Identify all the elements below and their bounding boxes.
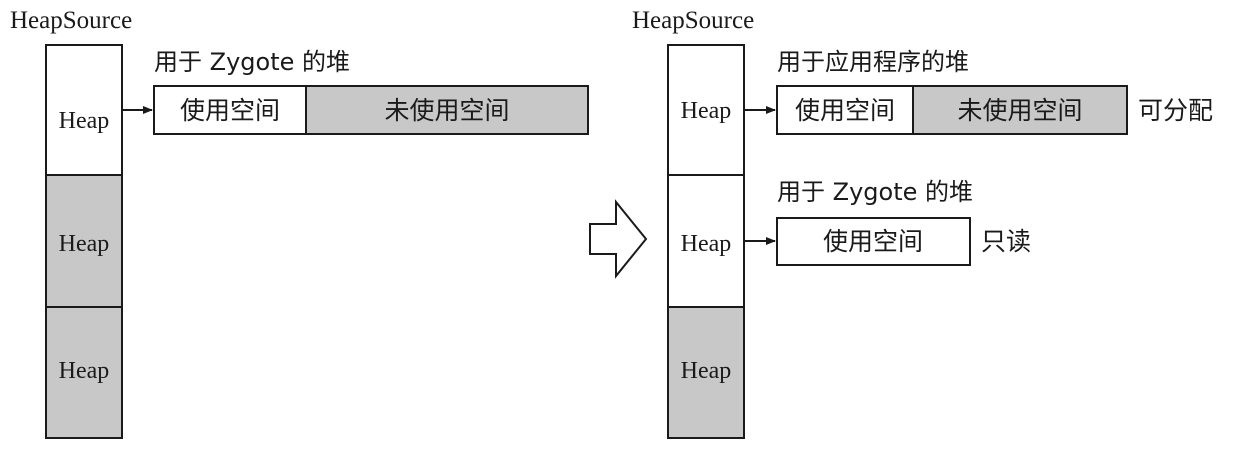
- right-zygote-used-label: 使用空间: [823, 227, 923, 256]
- right-zygote-caption: 用于 Zygote 的堆: [777, 178, 973, 206]
- right-heap-1-label: Heap: [681, 98, 732, 124]
- right-app-note: 可分配: [1138, 96, 1213, 125]
- right-app-caption: 用于应用程序的堆: [777, 48, 969, 76]
- left-used-label: 使用空间: [180, 96, 280, 125]
- right-heap-column: Heap Heap Heap: [667, 44, 745, 439]
- heap-source-diagram: HeapSource Heap Heap Heap 用于 Zygote 的堆 使…: [10, 7, 1213, 439]
- right-app-used-label: 使用空间: [795, 96, 895, 125]
- left-heap-1-label: Heap: [59, 108, 110, 134]
- right-zygote-note: 只读: [981, 227, 1031, 256]
- left-zygote-caption: 用于 Zygote 的堆: [154, 48, 350, 76]
- left-zygote-heap-bar: 使用空间 未使用空间: [153, 85, 589, 135]
- left-title: HeapSource: [10, 7, 132, 34]
- left-heap-column: Heap Heap Heap: [45, 44, 123, 439]
- left-heap-2-label: Heap: [59, 231, 110, 257]
- left-heap-3-label: Heap: [59, 358, 110, 384]
- right-heap-3-label: Heap: [681, 358, 732, 384]
- right-app-heap-bar: 使用空间 未使用空间: [776, 85, 1128, 135]
- right-app-unused-label: 未使用空间: [957, 96, 1082, 125]
- right-title: HeapSource: [632, 7, 754, 34]
- right-heap-2-label: Heap: [681, 231, 732, 257]
- hollow-right-arrow-icon: [589, 199, 648, 279]
- left-unused-label: 未使用空间: [384, 96, 509, 125]
